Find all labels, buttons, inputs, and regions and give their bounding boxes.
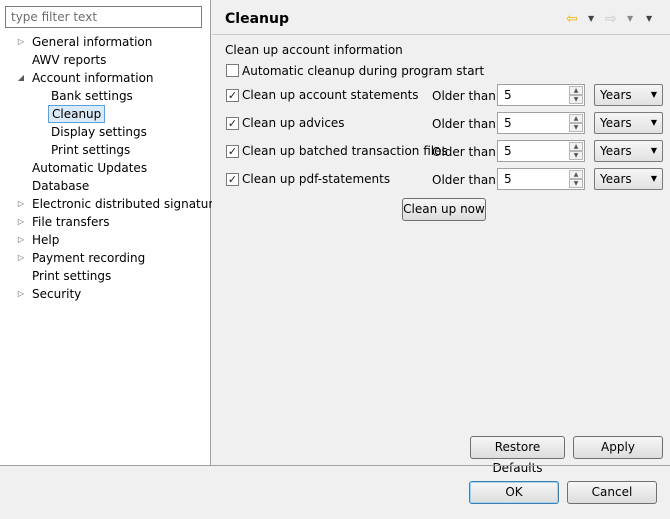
- title-separator: [212, 34, 670, 35]
- tree-item-label: Payment recording: [32, 251, 146, 265]
- tree-item-label: General information: [32, 35, 153, 49]
- tree-item[interactable]: Print settings: [0, 141, 211, 159]
- cleanup-page: Cleanup ⇦ ▼ ⇨ ▼ ▼ Clean up account infor…: [212, 0, 670, 475]
- tree-item-label: AWV reports: [32, 53, 107, 67]
- cancel-button[interactable]: Cancel: [567, 481, 657, 504]
- expand-icon[interactable]: ▷: [16, 231, 26, 249]
- advices-label: Clean up advices: [242, 116, 345, 130]
- pdf-statements-checkbox[interactable]: ✓: [226, 173, 239, 186]
- preferences-tree-panel: ▷ General information AWV reports ◢ Account …: [0, 0, 221, 465]
- ok-button[interactable]: OK: [469, 481, 559, 504]
- restore-defaults-button[interactable]: Restore Defaults: [470, 436, 565, 475]
- expand-icon[interactable]: ▷: [16, 213, 26, 231]
- tree-item-label: Bank settings: [51, 89, 133, 103]
- tree-item-label: Account information: [32, 71, 154, 85]
- advices-spinner: ▲ ▼: [497, 112, 585, 134]
- spin-up-icon[interactable]: ▲: [569, 170, 583, 179]
- spin-down-icon[interactable]: ▼: [569, 123, 583, 132]
- tree-item-label: Security: [32, 287, 82, 301]
- back-dropdown-icon[interactable]: ▼: [588, 9, 594, 29]
- tree-item[interactable]: Print settings: [0, 267, 211, 285]
- spin-down-icon[interactable]: ▼: [569, 95, 583, 104]
- tree-item-label: Automatic Updates: [32, 161, 148, 175]
- older-than-label: Older than: [432, 117, 496, 131]
- auto-cleanup-checkbox[interactable]: [226, 64, 239, 77]
- tree-item[interactable]: ◢ Account information: [0, 69, 211, 87]
- tree-item[interactable]: AWV reports: [0, 51, 211, 69]
- account-statements-label: Clean up account statements: [242, 88, 419, 102]
- chevron-down-icon: ▼: [650, 146, 657, 155]
- preferences-tree: ▷ General information AWV reports ◢ Account …: [0, 33, 221, 303]
- batched-transaction-files-checkbox[interactable]: ✓: [226, 145, 239, 158]
- older-than-label: Older than: [432, 89, 496, 103]
- tree-item[interactable]: ▷ Security: [0, 285, 211, 303]
- expand-icon[interactable]: ▷: [16, 285, 26, 303]
- back-icon[interactable]: ⇦: [566, 9, 578, 29]
- tree-item[interactable]: Bank settings: [0, 87, 211, 105]
- chevron-down-icon: ▼: [650, 174, 657, 183]
- advices-checkbox[interactable]: ✓: [226, 117, 239, 130]
- pdf-statements-value[interactable]: [498, 169, 568, 189]
- page-title: Cleanup: [225, 11, 289, 27]
- auto-cleanup-label: Automatic cleanup during program start: [242, 64, 485, 78]
- tree-item-label: Help: [32, 233, 60, 247]
- forward-icon[interactable]: ⇨: [605, 9, 617, 29]
- tree-item-label: File transfers: [32, 215, 110, 229]
- account-statements-unit-select[interactable]: Years ▼: [594, 84, 663, 106]
- view-menu-icon[interactable]: ▼: [646, 9, 652, 29]
- filter-input[interactable]: [5, 6, 202, 28]
- spin-down-icon[interactable]: ▼: [569, 179, 583, 188]
- account-statements-spinner: ▲ ▼: [497, 84, 585, 106]
- footer-separator: [0, 465, 670, 466]
- spin-up-icon[interactable]: ▲: [569, 114, 583, 123]
- spin-up-icon[interactable]: ▲: [569, 86, 583, 95]
- tree-item[interactable]: ▷ Help: [0, 231, 211, 249]
- pdf-statements-spinner: ▲ ▼: [497, 168, 585, 190]
- clean-up-now-button[interactable]: Clean up now: [402, 198, 486, 221]
- batched-transaction-files-value[interactable]: [498, 141, 568, 161]
- group-title: Clean up account information: [225, 43, 403, 57]
- tree-item-label: Display settings: [51, 125, 147, 139]
- collapse-icon[interactable]: ◢: [16, 69, 26, 87]
- tree-item[interactable]: ▷ Electronic distributed signature: [0, 195, 221, 213]
- batched-transaction-files-spinner: ▲ ▼: [497, 140, 585, 162]
- tree-item[interactable]: Automatic Updates: [0, 159, 211, 177]
- spin-down-icon[interactable]: ▼: [569, 151, 583, 160]
- tree-item[interactable]: ▷ General information: [0, 33, 211, 51]
- expand-icon[interactable]: ▷: [16, 33, 26, 51]
- tree-item[interactable]: Display settings: [0, 123, 211, 141]
- expand-icon[interactable]: ▷: [16, 249, 26, 267]
- pdf-statements-unit-select[interactable]: Years ▼: [594, 168, 663, 190]
- tree-item-label: Print settings: [51, 143, 131, 157]
- batched-transaction-files-unit-select[interactable]: Years ▼: [594, 140, 663, 162]
- expand-icon[interactable]: ▷: [16, 195, 26, 213]
- tree-item[interactable]: Database: [0, 177, 211, 195]
- tree-item[interactable]: ▷ Payment recording: [0, 249, 211, 267]
- advices-value[interactable]: [498, 113, 568, 133]
- older-than-label: Older than: [432, 145, 496, 159]
- apply-button[interactable]: Apply: [573, 436, 663, 459]
- chevron-down-icon: ▼: [650, 118, 657, 127]
- tree-item-label: Database: [32, 179, 90, 193]
- tree-item-label: Electronic distributed signature: [32, 197, 221, 211]
- tree-item-label: Cleanup: [48, 105, 106, 123]
- older-than-label: Older than: [432, 173, 496, 187]
- pdf-statements-label: Clean up pdf-statements: [242, 172, 391, 186]
- tree-item[interactable]: ▷ File transfers: [0, 213, 211, 231]
- account-statements-value[interactable]: [498, 85, 568, 105]
- batched-transaction-files-label: Clean up batched transaction files: [242, 144, 448, 158]
- chevron-down-icon: ▼: [650, 90, 657, 99]
- advices-unit-select[interactable]: Years ▼: [594, 112, 663, 134]
- forward-dropdown-icon[interactable]: ▼: [627, 9, 633, 29]
- spin-up-icon[interactable]: ▲: [569, 142, 583, 151]
- account-statements-checkbox[interactable]: ✓: [226, 89, 239, 102]
- tree-item-label: Print settings: [32, 269, 112, 283]
- tree-item[interactable]: Cleanup: [0, 105, 211, 123]
